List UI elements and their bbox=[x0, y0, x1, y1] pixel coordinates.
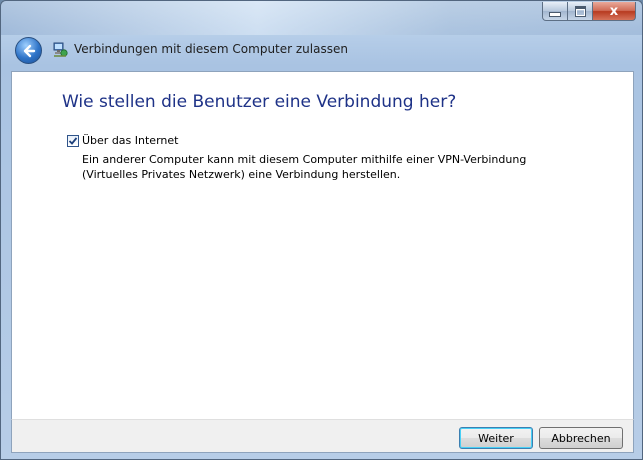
internet-checkbox[interactable] bbox=[67, 135, 79, 147]
close-icon: x bbox=[609, 3, 619, 19]
wizard-window: x Verbindungen mit diesem Computer zulas… bbox=[0, 0, 643, 460]
next-button[interactable]: Weiter bbox=[459, 427, 533, 449]
minimize-button[interactable] bbox=[542, 2, 568, 21]
maximize-button[interactable] bbox=[568, 2, 593, 21]
internet-option-description: Ein anderer Computer kann mit diesem Com… bbox=[82, 153, 527, 181]
network-computer-icon bbox=[53, 42, 68, 57]
back-arrow-icon bbox=[23, 44, 35, 57]
close-button[interactable]: x bbox=[593, 2, 636, 21]
checkmark-icon bbox=[68, 137, 78, 145]
maximize-icon bbox=[574, 5, 586, 17]
window-title: Verbindungen mit diesem Computer zulasse… bbox=[74, 42, 348, 56]
cancel-button[interactable]: Abbrechen bbox=[539, 427, 623, 449]
caption-buttons: x bbox=[542, 2, 636, 21]
back-button[interactable] bbox=[15, 37, 42, 64]
page-heading: Wie stellen die Benutzer eine Verbindung… bbox=[62, 92, 457, 112]
wizard-footer: Weiter Abbrechen bbox=[11, 419, 634, 453]
minimize-icon bbox=[549, 11, 561, 17]
internet-option-label[interactable]: Über das Internet bbox=[82, 134, 178, 147]
wizard-content: Wie stellen die Benutzer eine Verbindung… bbox=[11, 71, 634, 419]
